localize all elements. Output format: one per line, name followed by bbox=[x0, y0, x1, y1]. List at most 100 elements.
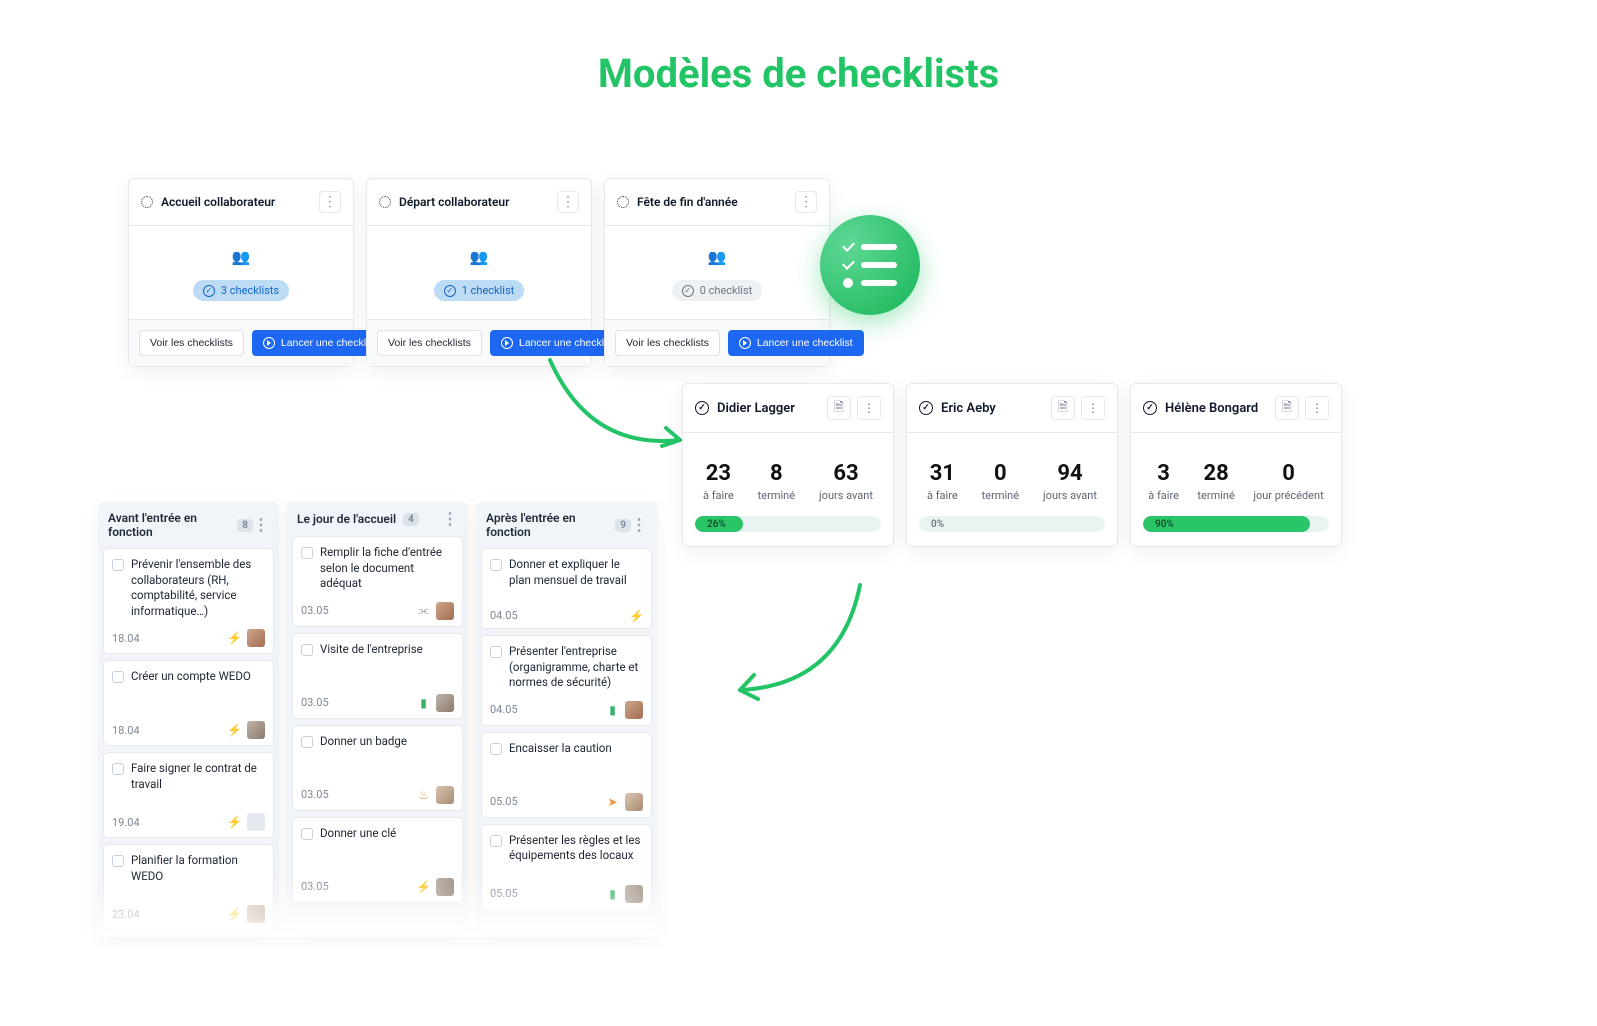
assignee-avatar[interactable] bbox=[247, 721, 265, 739]
launch-checklist-label: Lancer une checklist bbox=[757, 337, 853, 349]
column-more-button[interactable]: ⋮ bbox=[442, 511, 458, 527]
checklist-status-card: Hélène Bongard 🗎 ⋮ 3 à faire 28 terminé … bbox=[1130, 383, 1342, 547]
task-checkbox[interactable] bbox=[490, 743, 502, 755]
task-card[interactable]: Donner un badge 03.05 ♨ bbox=[292, 725, 463, 811]
task-checkbox[interactable] bbox=[301, 644, 313, 656]
bolt-icon: ⚡ bbox=[630, 609, 643, 622]
progress-percent-label: 0% bbox=[931, 516, 944, 532]
assignee-avatar[interactable] bbox=[247, 629, 265, 647]
checklist-count-chip[interactable]: 0 checklist bbox=[672, 280, 763, 301]
checklist-template-icon bbox=[141, 196, 153, 208]
column-more-button[interactable]: ⋮ bbox=[631, 517, 647, 533]
task-card[interactable]: Présenter l'entreprise (organigramme, ch… bbox=[481, 635, 652, 726]
stat-number: 0 bbox=[982, 461, 1019, 486]
task-card[interactable]: Faire signer le contrat de travail 19.04… bbox=[103, 752, 274, 838]
assignee-avatar[interactable] bbox=[436, 878, 454, 896]
task-checkbox[interactable] bbox=[490, 835, 502, 847]
flag-icon: ▮ bbox=[606, 887, 619, 900]
task-title: Présenter l'entreprise (organigramme, ch… bbox=[509, 644, 643, 691]
template-card: Départ collaborateur ⋮ 👥 1 checklist Voi… bbox=[366, 178, 592, 367]
checklist-status-card: Eric Aeby 🗎 ⋮ 31 à faire 0 terminé 94 jo… bbox=[906, 383, 1118, 547]
task-checkbox[interactable] bbox=[112, 855, 124, 867]
document-button[interactable]: 🗎 bbox=[1051, 396, 1075, 420]
task-title: Donner et expliquer le plan mensuel de t… bbox=[509, 557, 643, 588]
task-card[interactable]: Créer un compte WEDO 18.04 ⚡ bbox=[103, 660, 274, 746]
view-checklists-button[interactable]: Voir les checklists bbox=[139, 330, 244, 356]
task-card[interactable]: Présenter les règles et les équipements … bbox=[481, 824, 652, 910]
task-date: 18.04 bbox=[112, 724, 140, 737]
document-icon: 🗎 bbox=[1282, 398, 1292, 419]
checklist-count-label: 0 checklist bbox=[700, 284, 753, 297]
template-more-button[interactable]: ⋮ bbox=[795, 191, 817, 213]
task-checkbox[interactable] bbox=[490, 559, 502, 571]
assignee-avatar[interactable] bbox=[247, 813, 265, 831]
task-card[interactable]: Prévenir l'ensemble des collaborateurs (… bbox=[103, 548, 274, 654]
task-card[interactable]: Visite de l'entreprise 03.05 ▮ bbox=[292, 633, 463, 719]
launch-checklist-button[interactable]: Lancer une checklist bbox=[728, 330, 864, 356]
assignee-avatar[interactable] bbox=[247, 905, 265, 923]
task-checkbox[interactable] bbox=[301, 828, 313, 840]
checklist-count-chip[interactable]: 1 checklist bbox=[434, 280, 525, 301]
stat-label: à faire bbox=[1148, 489, 1179, 502]
task-date: 03.05 bbox=[301, 604, 329, 617]
stat-number: 0 bbox=[1253, 461, 1323, 486]
progress-percent-label: 90% bbox=[1155, 516, 1174, 532]
view-checklists-button[interactable]: Voir les checklists bbox=[377, 330, 482, 356]
task-title: Faire signer le contrat de travail bbox=[131, 761, 265, 792]
task-title: Visite de l'entreprise bbox=[320, 642, 423, 658]
card-more-button[interactable]: ⋮ bbox=[1081, 396, 1105, 420]
column-count-badge: 4 bbox=[403, 513, 419, 526]
checklist-count-chip[interactable]: 3 checklists bbox=[193, 280, 289, 301]
task-title: Donner une clé bbox=[320, 826, 396, 842]
team-icon: 👥 bbox=[232, 248, 251, 266]
task-checkbox[interactable] bbox=[112, 763, 124, 775]
task-card[interactable]: Donner et expliquer le plan mensuel de t… bbox=[481, 548, 652, 629]
task-card[interactable]: Planifier la formation WEDO 23.04 ⚡ bbox=[103, 844, 274, 930]
task-checkbox[interactable] bbox=[490, 646, 502, 658]
task-card[interactable]: Remplir la fiche d'entrée selon le docum… bbox=[292, 536, 463, 627]
assignee-avatar[interactable] bbox=[436, 694, 454, 712]
stat-label: terminé bbox=[758, 489, 795, 502]
view-checklists-button[interactable]: Voir les checklists bbox=[615, 330, 720, 356]
flag-icon: ▮ bbox=[606, 703, 619, 716]
template-card: Fête de fin d'année ⋮ 👥 0 checklist Voir… bbox=[604, 178, 830, 367]
column-title: Après l'entrée en fonction bbox=[486, 511, 608, 539]
flame-icon: ♨ bbox=[417, 788, 430, 801]
task-date: 05.05 bbox=[490, 887, 518, 900]
column-title: Le jour de l'accueil bbox=[297, 512, 396, 526]
task-card[interactable]: Encaisser la caution 05.05 ➤ bbox=[481, 732, 652, 818]
card-more-button[interactable]: ⋮ bbox=[857, 396, 881, 420]
task-checkbox[interactable] bbox=[112, 671, 124, 683]
assignee-avatar[interactable] bbox=[436, 602, 454, 620]
check-circle-icon bbox=[1143, 401, 1157, 415]
task-checkbox[interactable] bbox=[301, 736, 313, 748]
team-icon: 👥 bbox=[470, 248, 489, 266]
document-button[interactable]: 🗎 bbox=[827, 396, 851, 420]
stat-number: 31 bbox=[927, 461, 958, 486]
assignee-avatar[interactable] bbox=[625, 885, 643, 903]
assignee-avatar[interactable] bbox=[625, 793, 643, 811]
template-more-button[interactable]: ⋮ bbox=[557, 191, 579, 213]
task-card[interactable]: Donner une clé 03.05 ⚡ bbox=[292, 817, 463, 903]
checklist-person-name: Hélène Bongard bbox=[1165, 401, 1258, 416]
bolt-icon: ⚡ bbox=[417, 880, 430, 893]
document-button[interactable]: 🗎 bbox=[1275, 396, 1299, 420]
task-title: Prévenir l'ensemble des collaborateurs (… bbox=[131, 557, 265, 619]
task-title: Remplir la fiche d'entrée selon le docum… bbox=[320, 545, 454, 592]
checklist-template-icon bbox=[617, 196, 629, 208]
assignee-avatar[interactable] bbox=[436, 786, 454, 804]
task-checkbox[interactable] bbox=[301, 547, 313, 559]
bolt-icon: ⚡ bbox=[228, 724, 241, 737]
assignee-avatar[interactable] bbox=[625, 701, 643, 719]
checklist-template-icon bbox=[379, 196, 391, 208]
task-checkbox[interactable] bbox=[112, 559, 124, 571]
attachment-icon: ⫘ bbox=[417, 604, 430, 617]
stat-number: 3 bbox=[1148, 461, 1179, 486]
progress-bar: 90% bbox=[1143, 516, 1329, 532]
card-more-button[interactable]: ⋮ bbox=[1305, 396, 1329, 420]
team-icon: 👥 bbox=[708, 248, 727, 266]
launch-checklist-label: Lancer une checklist bbox=[519, 337, 615, 349]
checklist-person-name: Eric Aeby bbox=[941, 401, 996, 416]
template-more-button[interactable]: ⋮ bbox=[319, 191, 341, 213]
column-more-button[interactable]: ⋮ bbox=[253, 517, 269, 533]
